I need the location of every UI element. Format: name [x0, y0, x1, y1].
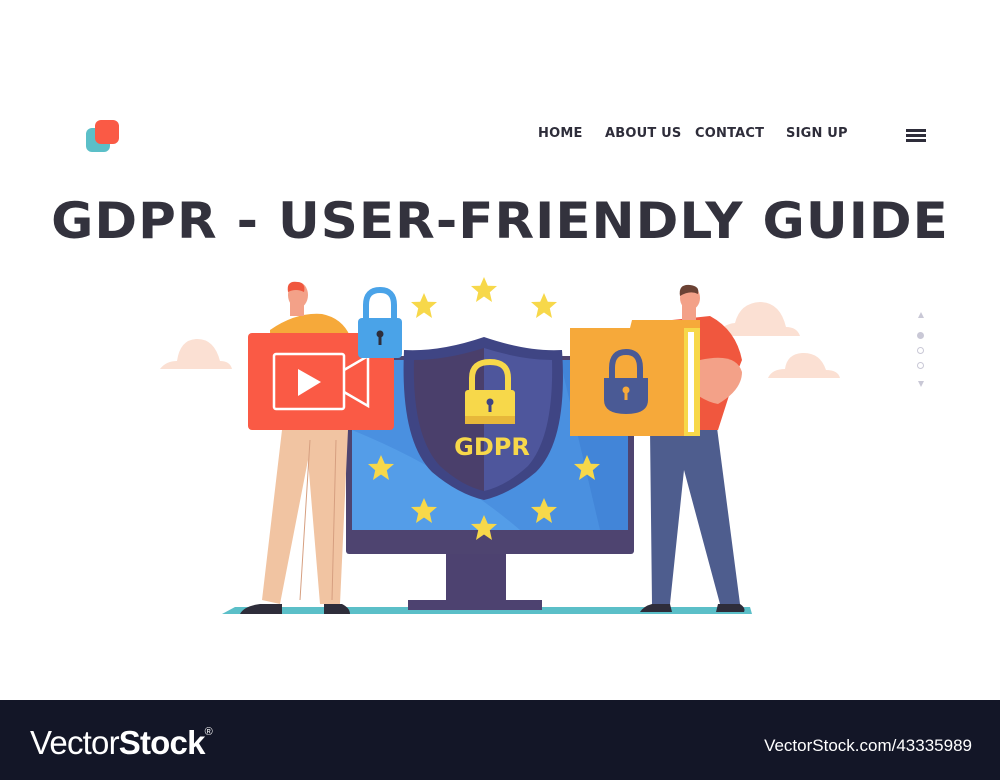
- footer-bar: VectorStock® VectorStock.com/43335989: [0, 700, 1000, 780]
- brand-bold: Stock: [118, 724, 206, 761]
- gdpr-illustration: GDPR: [160, 277, 840, 614]
- menu-line: [906, 134, 926, 137]
- hamburger-menu-icon[interactable]: [906, 129, 926, 142]
- cloud-right-top: [716, 302, 800, 336]
- registered-mark: ®: [204, 726, 213, 738]
- nav-about-us[interactable]: ABOUT US: [605, 126, 682, 141]
- vectorstock-logo[interactable]: VectorStock®: [30, 724, 213, 762]
- menu-line: [906, 139, 926, 142]
- brand-light: Vector: [30, 724, 120, 761]
- page-title: GDPR - USER-FRIENDLY GUIDE: [51, 192, 949, 250]
- image-reference: VectorStock.com/43335989: [764, 736, 972, 755]
- cloud-left: [160, 338, 232, 369]
- menu-line: [906, 129, 926, 132]
- star-icon: [411, 293, 437, 318]
- cloud-right-bottom: [768, 352, 840, 378]
- shield-label: GDPR: [454, 433, 530, 461]
- star-icon: [471, 277, 497, 302]
- nav-contact[interactable]: CONTACT: [695, 126, 764, 141]
- main-nav: HOME ABOUT US CONTACT SIGN UP: [0, 126, 1000, 146]
- nav-sign-up[interactable]: SIGN UP: [786, 126, 848, 141]
- nav-home[interactable]: HOME: [538, 126, 583, 141]
- star-icon: [531, 293, 557, 318]
